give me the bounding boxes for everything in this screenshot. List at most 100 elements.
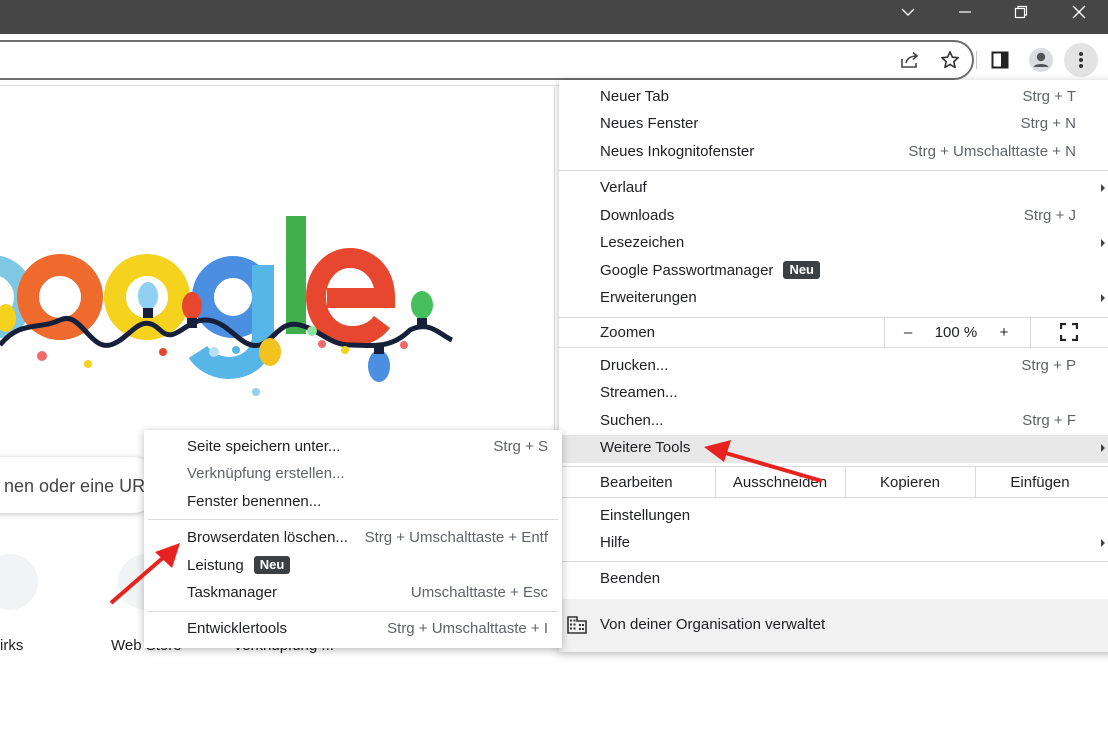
side-panel-icon xyxy=(991,51,1009,69)
chrome-menu-button[interactable] xyxy=(1064,43,1098,77)
zoom-out-button[interactable]: – xyxy=(884,317,932,347)
more-tools-submenu: Seite speichern unter... Strg + S Verknü… xyxy=(144,430,562,648)
menu-item-label: Google Passwortmanager Neu xyxy=(600,261,820,280)
toolbar-separator xyxy=(976,51,977,69)
fullscreen-icon xyxy=(1060,323,1078,341)
bookmark-star-icon xyxy=(941,51,959,69)
zoom-level: 100 % xyxy=(934,323,978,341)
menu-item-label: Einstellungen xyxy=(600,507,691,524)
menu-item-new-tab[interactable]: Neuer Tab Strg + T xyxy=(559,84,1108,111)
submenu-item-clear-browsing-data[interactable]: Browserdaten löschen... Strg + Umschaltt… xyxy=(144,525,562,552)
chevron-right-icon xyxy=(1101,539,1105,547)
menu-separator xyxy=(559,170,1108,171)
profile-icon xyxy=(1029,48,1053,72)
submenu-item-label: Fenster benennen... xyxy=(187,493,322,510)
submenu-item-label-text: Leistung xyxy=(187,557,244,574)
menu-item-label: Suchen... xyxy=(600,412,664,429)
chevron-right-icon xyxy=(1101,294,1105,302)
menu-item-shortcut: Strg + J xyxy=(1023,207,1076,224)
submenu-item-label: Entwicklertools xyxy=(187,620,288,637)
close-button[interactable] xyxy=(1059,0,1099,24)
restore-button[interactable] xyxy=(1001,0,1041,24)
zoom-in-button[interactable]: + xyxy=(980,317,1028,347)
minimize-button[interactable] xyxy=(945,0,985,24)
managed-by-organization[interactable]: Von deiner Organisation verwaltet xyxy=(559,599,1108,652)
minimize-icon xyxy=(959,11,971,13)
menu-item-label: Downloads xyxy=(600,207,675,224)
menu-item-help[interactable]: Hilfe xyxy=(559,530,1108,557)
shortcut-label-1: irks xyxy=(0,637,24,654)
menu-item-shortcut: Strg + T xyxy=(1022,88,1077,105)
submenu-item-shortcut: Strg + Umschalttaste + I xyxy=(387,620,548,637)
submenu-separator xyxy=(148,611,558,612)
menu-item-label: Erweiterungen xyxy=(600,289,697,306)
submenu-item-performance[interactable]: Leistung Neu xyxy=(144,553,562,580)
menu-item-shortcut: Strg + P xyxy=(1021,357,1076,374)
cut-button[interactable]: Ausschneiden xyxy=(715,467,845,497)
toolbar xyxy=(0,34,1108,86)
chevron-right-icon xyxy=(1101,184,1105,192)
menu-item-new-window[interactable]: Neues Fenster Strg + N xyxy=(559,111,1108,138)
chrome-menu-icon xyxy=(1079,52,1083,68)
submenu-item-label: Seite speichern unter... xyxy=(187,438,341,455)
shortcut-tile-1[interactable] xyxy=(0,554,38,610)
chevron-down-icon xyxy=(901,8,915,16)
copy-button[interactable]: Kopieren xyxy=(845,467,975,497)
menu-item-find[interactable]: Suchen... Strg + F xyxy=(559,408,1108,435)
menu-item-cast[interactable]: Streamen... xyxy=(559,380,1108,407)
submenu-item-label: Browserdaten löschen... xyxy=(187,529,348,546)
new-badge: Neu xyxy=(783,261,820,279)
menu-item-label: Drucken... xyxy=(600,357,669,374)
menu-item-exit[interactable]: Beenden xyxy=(559,566,1108,593)
menu-item-bookmarks[interactable]: Lesezeichen xyxy=(559,230,1108,257)
menu-item-new-incognito-window[interactable]: Neues Inkognitofenster Strg + Umschaltta… xyxy=(559,139,1108,166)
page-divider xyxy=(554,87,555,447)
submenu-item-task-manager[interactable]: Taskmanager Umschalttaste + Esc xyxy=(144,580,562,607)
menu-item-extensions[interactable]: Erweiterungen xyxy=(559,285,1108,312)
share-button[interactable] xyxy=(896,46,924,74)
menu-item-label: Weitere Tools xyxy=(600,439,691,456)
menu-edit-row: Bearbeiten Ausschneiden Kopieren Einfüge… xyxy=(559,467,1108,497)
menu-zoom-row: Zoomen – 100 % + xyxy=(559,317,1108,347)
menu-item-history[interactable]: Verlauf xyxy=(559,175,1108,202)
share-icon xyxy=(901,51,919,68)
submenu-item-name-window[interactable]: Fenster benennen... xyxy=(144,489,562,516)
side-panel-button[interactable] xyxy=(986,46,1014,74)
submenu-item-shortcut: Umschalttaste + Esc xyxy=(410,584,548,601)
menu-item-print[interactable]: Drucken... Strg + P xyxy=(559,353,1108,380)
menu-separator xyxy=(559,497,1108,498)
submenu-item-label: Taskmanager xyxy=(187,584,278,601)
menu-item-downloads[interactable]: Downloads Strg + J xyxy=(559,203,1108,230)
menu-item-password-manager[interactable]: Google Passwortmanager Neu xyxy=(559,258,1108,285)
profile-button[interactable] xyxy=(1027,46,1055,74)
menu-item-shortcut: Strg + Umschalttaste + N xyxy=(908,143,1076,160)
restore-icon xyxy=(1014,5,1028,19)
new-badge: Neu xyxy=(253,556,291,574)
menu-item-shortcut: Strg + F xyxy=(1022,412,1076,429)
chevron-right-icon xyxy=(1101,239,1105,247)
submenu-item-save-page[interactable]: Seite speichern unter... Strg + S xyxy=(144,434,562,461)
omnibox[interactable] xyxy=(0,40,974,80)
menu-item-label: Beenden xyxy=(600,570,661,587)
bookmark-button[interactable] xyxy=(936,46,964,74)
building-icon xyxy=(567,616,587,634)
menu-item-label: Verlauf xyxy=(600,179,647,196)
chrome-main-menu: Neuer Tab Strg + T Neues Fenster Strg + … xyxy=(559,80,1108,652)
close-icon xyxy=(1072,5,1086,19)
menu-item-label: Neues Fenster xyxy=(600,115,699,132)
menu-item-label-text: Google Passwortmanager xyxy=(600,262,774,279)
submenu-separator xyxy=(148,519,558,520)
submenu-item-developer-tools[interactable]: Entwicklertools Strg + Umschalttaste + I xyxy=(144,616,562,643)
fullscreen-button[interactable] xyxy=(1030,317,1108,347)
google-doodle-logo[interactable] xyxy=(0,200,460,400)
submenu-item-label: Verknüpfung erstellen... xyxy=(187,465,345,482)
paste-button[interactable]: Einfügen xyxy=(975,467,1105,497)
menu-item-more-tools[interactable]: Weitere Tools xyxy=(559,435,1108,463)
tab-search-button[interactable] xyxy=(888,0,928,24)
menu-item-settings[interactable]: Einstellungen xyxy=(559,503,1108,530)
menu-item-label: Neues Inkognitofenster xyxy=(600,143,755,160)
search-placeholder: nen oder eine UR xyxy=(4,476,146,496)
menu-item-shortcut: Strg + N xyxy=(1020,115,1076,132)
menu-item-label: Lesezeichen xyxy=(600,234,685,251)
submenu-item-create-shortcut[interactable]: Verknüpfung erstellen... xyxy=(144,461,562,488)
